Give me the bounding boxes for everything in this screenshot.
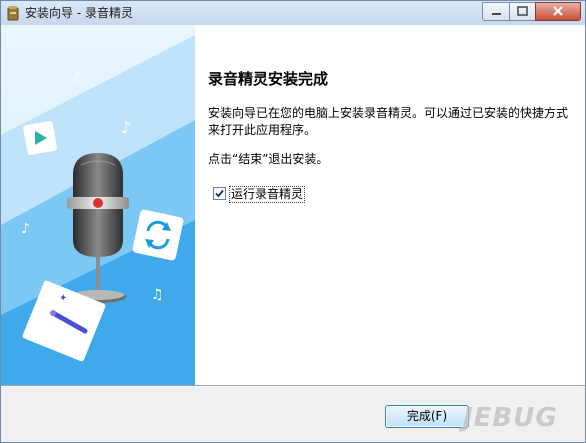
launch-checkbox-label[interactable]: 运行录音精灵 xyxy=(229,186,306,203)
completion-heading: 录音精灵安装完成 xyxy=(208,70,329,88)
installer-window: 安装向导 - 录音精灵 ♪ ♪ ♪ ♫ ✦ 录音精灵安装完成 安装向导已在您的电… xyxy=(0,0,586,443)
svg-text:♫: ♫ xyxy=(151,287,164,303)
minimize-button[interactable] xyxy=(482,2,510,21)
svg-text:♪: ♪ xyxy=(73,70,81,84)
wizard-side-image: ♪ ♪ ♪ ♫ ✦ xyxy=(1,25,195,385)
svg-text:♪: ♪ xyxy=(121,118,131,137)
wizard-panel: ♪ ♪ ♪ ♫ ✦ 录音精灵安装完成 安装向导已在您的电脑上安装录音精灵。可以通… xyxy=(1,25,585,385)
svg-text:♪: ♪ xyxy=(21,221,30,237)
window-title: 安装向导 - 录音精灵 xyxy=(25,6,133,20)
title-bar[interactable]: 安装向导 - 录音精灵 xyxy=(1,1,585,25)
finish-hint: 点击“结束”退出安装。 xyxy=(208,152,329,166)
maximize-icon xyxy=(517,6,528,16)
maximize-button[interactable] xyxy=(509,2,536,21)
footer-divider xyxy=(1,385,585,387)
completion-description: 安装向导已在您的电脑上安装录音精灵。可以通过已安装的快捷方式来打开此应用程序。 xyxy=(208,106,569,137)
launch-checkbox[interactable] xyxy=(213,187,226,200)
close-button[interactable] xyxy=(535,2,581,21)
finish-button[interactable]: 完成(F) xyxy=(385,405,469,428)
svg-text:✦: ✦ xyxy=(59,293,67,304)
minimize-icon xyxy=(492,13,501,15)
checkmark-icon xyxy=(215,189,224,198)
watermark-text: JEBUG xyxy=(463,403,558,433)
close-icon xyxy=(553,6,563,16)
installer-app-icon xyxy=(6,5,20,21)
